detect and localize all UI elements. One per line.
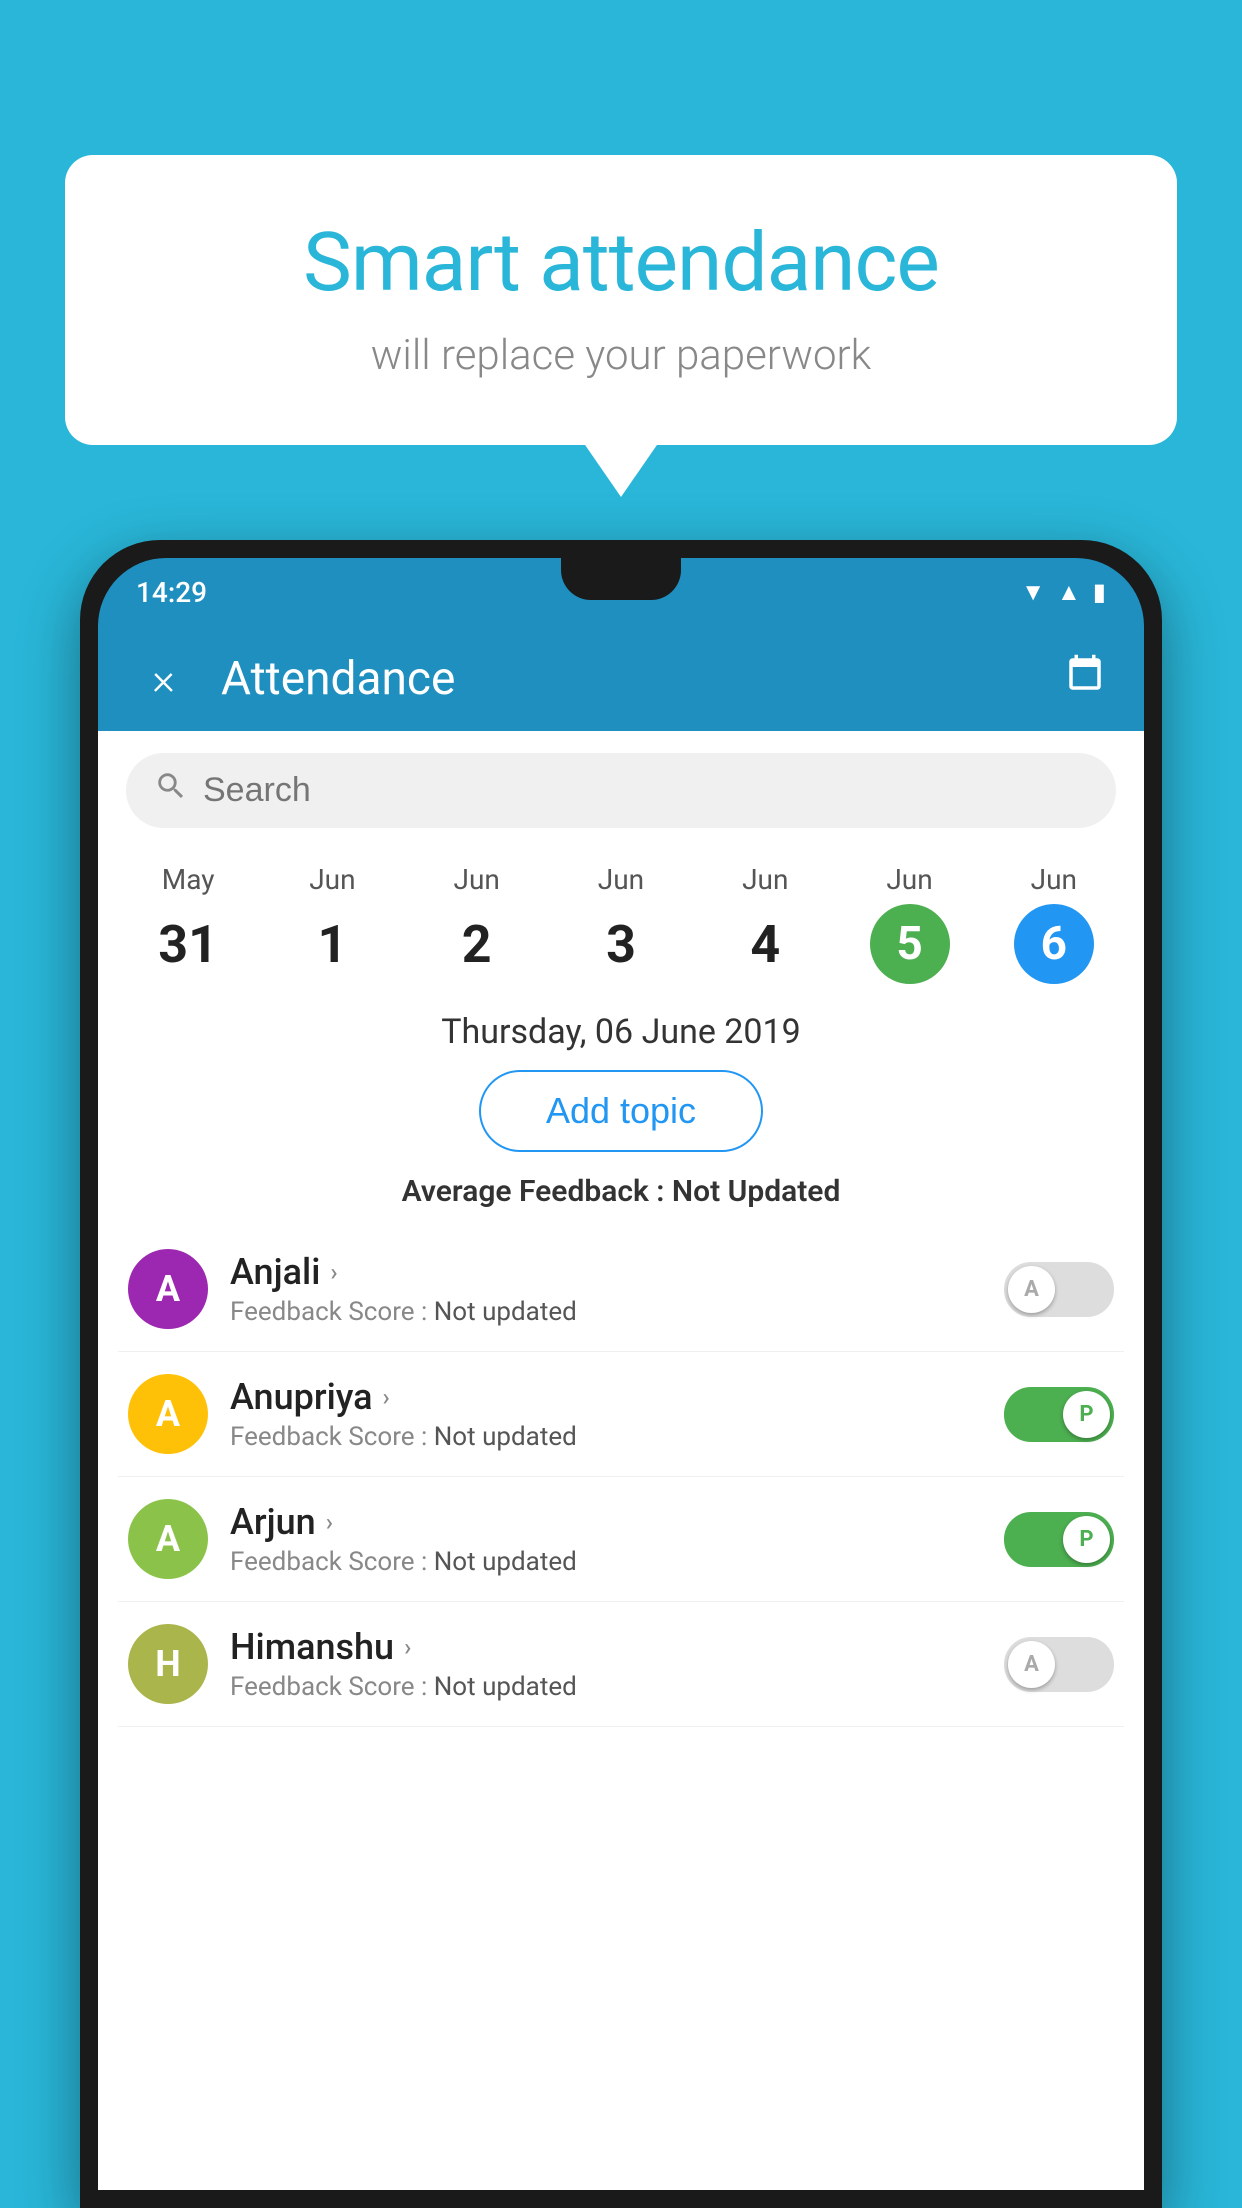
date-num-2: 2 (437, 904, 517, 984)
avg-feedback-label: Average Feedback : (402, 1174, 672, 1209)
date-item-4[interactable]: Jun 4 (715, 863, 815, 984)
feedback-score-himanshu: Feedback Score : Not updated (230, 1672, 982, 1702)
toggle-anupriya[interactable]: P (1004, 1387, 1114, 1442)
date-strip: May 31 Jun 1 Jun 2 Jun 3 Jun 4 (98, 843, 1144, 984)
student-item-himanshu[interactable]: H Himanshu › Feedback Score : Not update… (118, 1602, 1124, 1727)
date-month-3: Jun (598, 863, 644, 896)
app-title: Attendance (221, 652, 1034, 706)
avatar-anupriya: A (128, 1374, 208, 1454)
date-month-1: Jun (309, 863, 355, 896)
chevron-icon-himanshu: › (404, 1633, 411, 1661)
student-info-himanshu: Himanshu › Feedback Score : Not updated (230, 1626, 982, 1702)
speech-bubble-container: Smart attendance will replace your paper… (65, 155, 1177, 445)
avatar-arjun: A (128, 1499, 208, 1579)
student-name-anupriya: Anupriya › (230, 1376, 982, 1418)
toggle-knob-anupriya: P (1063, 1391, 1110, 1438)
speech-bubble: Smart attendance will replace your paper… (65, 155, 1177, 445)
feedback-score-anjali: Feedback Score : Not updated (230, 1297, 982, 1327)
bubble-title: Smart attendance (115, 215, 1127, 311)
toggle-himanshu[interactable]: A (1004, 1637, 1114, 1692)
toggle-knob-himanshu: A (1008, 1641, 1055, 1688)
app-bar: × Attendance (98, 626, 1144, 731)
status-icons: ▼ ▲ ▮ (1021, 578, 1106, 607)
student-name-himanshu: Himanshu › (230, 1626, 982, 1668)
signal-icon: ▲ (1057, 578, 1081, 607)
battery-icon: ▮ (1093, 578, 1106, 606)
date-item-3[interactable]: Jun 3 (571, 863, 671, 984)
student-list: A Anjali › Feedback Score : Not updated … (98, 1227, 1144, 1727)
search-input[interactable] (203, 771, 1088, 810)
phone-notch (561, 558, 681, 600)
date-item-6[interactable]: Jun 6 (1004, 863, 1104, 984)
toggle-knob-arjun: P (1063, 1516, 1110, 1563)
add-topic-button[interactable]: Add topic (479, 1070, 763, 1152)
search-icon (154, 769, 188, 812)
calendar-button[interactable] (1064, 653, 1106, 705)
student-info-anjali: Anjali › Feedback Score : Not updated (230, 1251, 982, 1327)
selected-date: Thursday, 06 June 2019 (98, 984, 1144, 1070)
date-month-2: Jun (454, 863, 500, 896)
toggle-arjun[interactable]: P (1004, 1512, 1114, 1567)
avatar-himanshu: H (128, 1624, 208, 1704)
toggle-knob-anjali: A (1008, 1266, 1055, 1313)
chevron-icon-arjun: › (326, 1508, 333, 1536)
date-num-1: 1 (292, 904, 372, 984)
close-button[interactable]: × (136, 653, 191, 705)
date-month-6: Jun (1031, 863, 1077, 896)
avatar-anjali: A (128, 1249, 208, 1329)
avg-feedback: Average Feedback : Not Updated (98, 1174, 1144, 1209)
date-num-3: 3 (581, 904, 661, 984)
status-time: 14:29 (136, 576, 207, 609)
search-input-container[interactable] (126, 753, 1116, 828)
screen-content: May 31 Jun 1 Jun 2 Jun 3 Jun 4 (98, 731, 1144, 2190)
chevron-icon-anupriya: › (383, 1383, 390, 1411)
avg-feedback-value: Not Updated (672, 1174, 840, 1209)
phone-inner: 14:29 ▼ ▲ ▮ × Attendance (98, 558, 1144, 2190)
student-item-anupriya[interactable]: A Anupriya › Feedback Score : Not update… (118, 1352, 1124, 1477)
date-month-0: May (162, 863, 215, 896)
student-info-anupriya: Anupriya › Feedback Score : Not updated (230, 1376, 982, 1452)
feedback-score-arjun: Feedback Score : Not updated (230, 1547, 982, 1577)
date-item-1[interactable]: Jun 1 (282, 863, 382, 984)
date-item-5[interactable]: Jun 5 (860, 863, 960, 984)
feedback-score-anupriya: Feedback Score : Not updated (230, 1422, 982, 1452)
student-item-anjali[interactable]: A Anjali › Feedback Score : Not updated … (118, 1227, 1124, 1352)
toggle-anjali[interactable]: A (1004, 1262, 1114, 1317)
date-num-5: 5 (870, 904, 950, 984)
date-month-5: Jun (886, 863, 932, 896)
date-item-0[interactable]: May 31 (138, 863, 238, 984)
student-name-arjun: Arjun › (230, 1501, 982, 1543)
date-item-2[interactable]: Jun 2 (427, 863, 527, 984)
date-month-4: Jun (742, 863, 788, 896)
chevron-icon-anjali: › (330, 1258, 337, 1286)
date-num-4: 4 (725, 904, 805, 984)
student-name-anjali: Anjali › (230, 1251, 982, 1293)
date-num-6: 6 (1014, 904, 1094, 984)
student-info-arjun: Arjun › Feedback Score : Not updated (230, 1501, 982, 1577)
date-num-0: 31 (148, 904, 228, 984)
bubble-subtitle: will replace your paperwork (115, 331, 1127, 380)
student-item-arjun[interactable]: A Arjun › Feedback Score : Not updated P (118, 1477, 1124, 1602)
wifi-icon: ▼ (1021, 578, 1045, 607)
phone-frame: 14:29 ▼ ▲ ▮ × Attendance (80, 540, 1162, 2208)
search-bar (98, 731, 1144, 843)
